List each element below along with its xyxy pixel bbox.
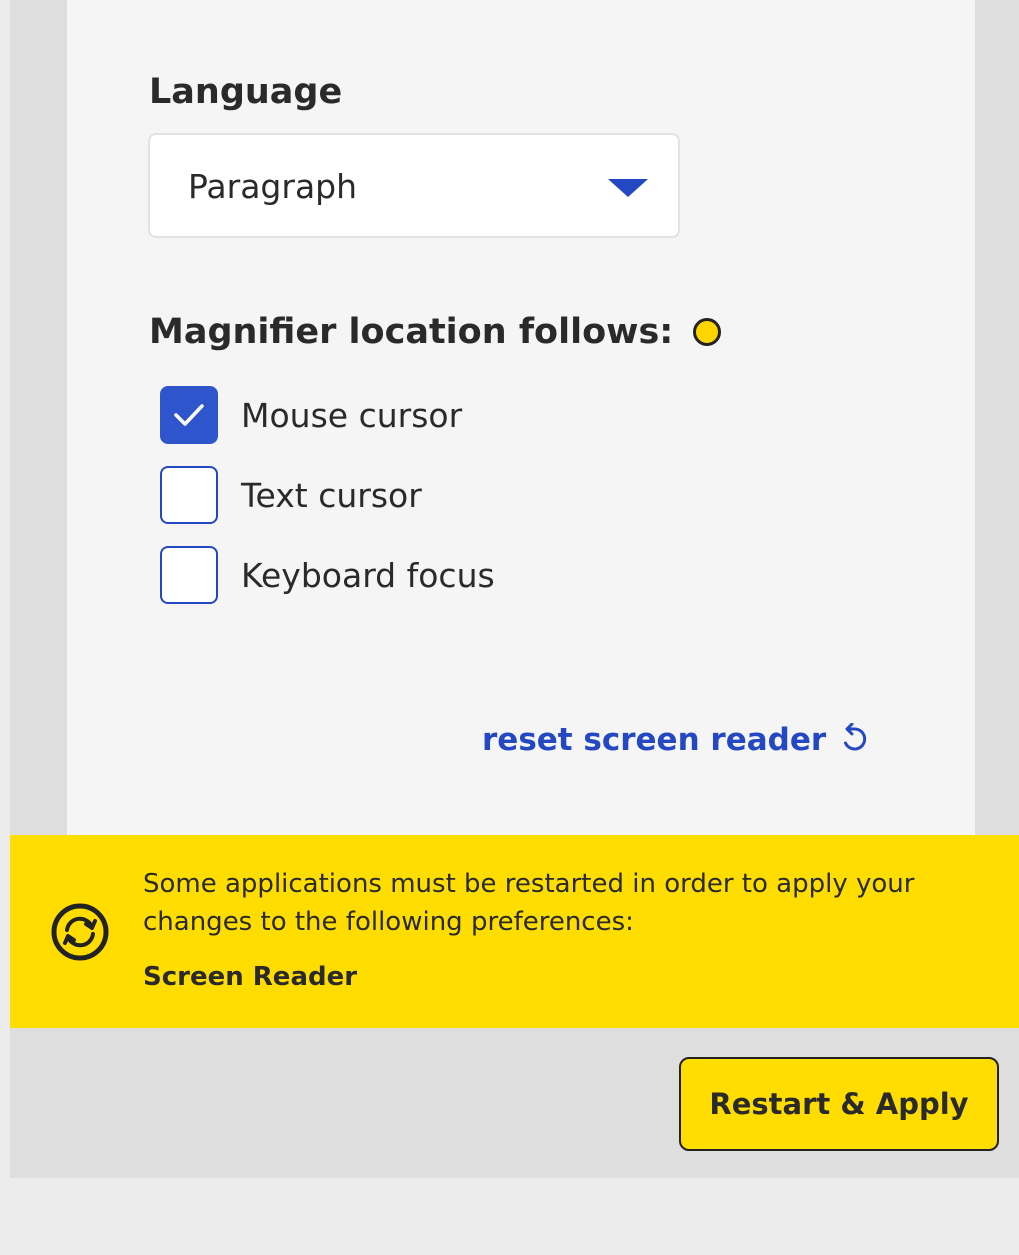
keyboard-focus-label: Keyboard focus: [241, 555, 495, 595]
reset-screen-reader-label: reset screen reader: [482, 722, 827, 758]
restart-message: Some applications must be restarted in o…: [143, 869, 915, 937]
language-select[interactable]: Paragraph: [148, 133, 680, 238]
checkbox-row-text-cursor[interactable]: Text cursor: [160, 465, 422, 525]
restart-preference-name: Screen Reader: [143, 962, 358, 992]
keyboard-focus-checkbox[interactable]: [160, 546, 218, 604]
info-dot-icon[interactable]: [693, 318, 722, 346]
chevron-down-icon: [608, 179, 648, 197]
reset-screen-reader-link[interactable]: reset screen reader: [482, 722, 870, 758]
text-cursor-checkbox[interactable]: [160, 466, 218, 524]
checkmark-icon: [174, 404, 204, 426]
checkbox-row-mouse-cursor[interactable]: Mouse cursor: [160, 385, 462, 445]
language-select-value: Paragraph: [188, 167, 358, 206]
language-heading: Language: [149, 72, 343, 112]
magnifier-heading: Magnifier location follows:: [149, 312, 722, 352]
restart-apply-button[interactable]: Restart & Apply: [679, 1057, 999, 1151]
mouse-cursor-label: Mouse cursor: [241, 395, 463, 435]
magnifier-heading-label: Magnifier location follows:: [149, 312, 674, 352]
checkbox-row-keyboard-focus[interactable]: Keyboard focus: [160, 545, 495, 605]
sync-icon: [48, 900, 112, 968]
undo-icon: [840, 723, 870, 757]
mouse-cursor-checkbox[interactable]: [160, 386, 218, 444]
restart-required-banner: Some applications must be restarted in o…: [10, 835, 1019, 1028]
text-cursor-label: Text cursor: [241, 475, 422, 515]
